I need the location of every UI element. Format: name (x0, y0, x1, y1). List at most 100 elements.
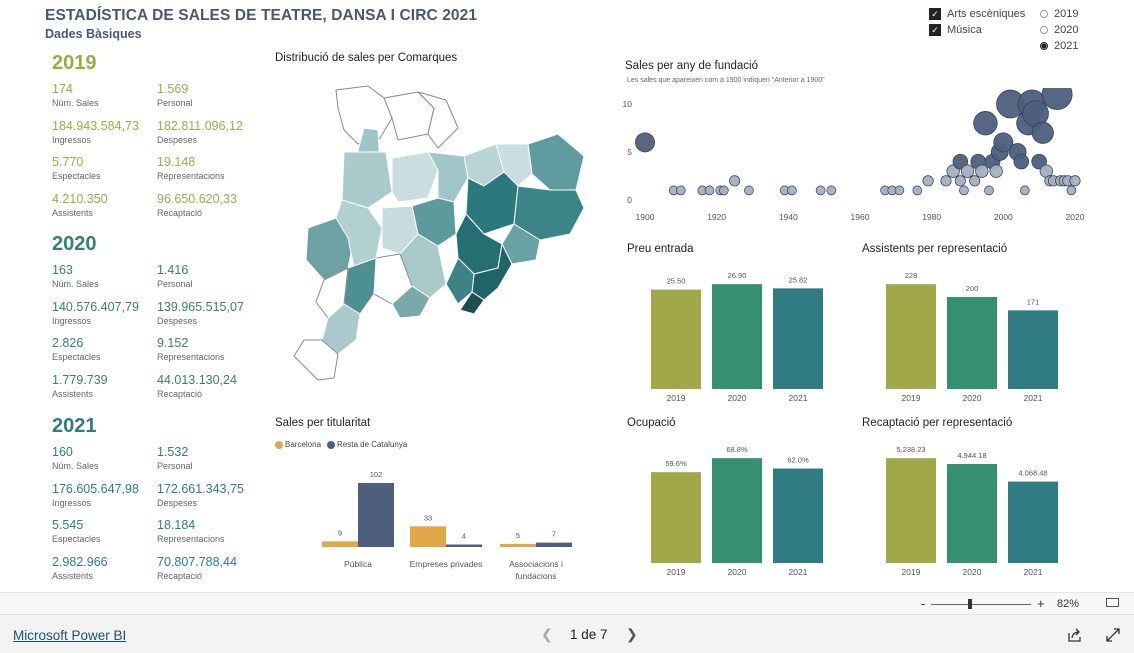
kpi-label: Representacions (157, 352, 225, 362)
legend-dot-icon (275, 440, 283, 449)
scatter-point[interactable] (975, 164, 989, 178)
scatter-point[interactable] (1013, 153, 1030, 170)
bar[interactable] (773, 468, 823, 563)
bar[interactable] (886, 458, 936, 563)
kpi-value: 1.569 (157, 82, 189, 96)
scatter-point[interactable] (787, 185, 797, 196)
zoom-slider-handle[interactable] (968, 599, 972, 609)
scatter-point[interactable] (959, 185, 969, 196)
scatter-point[interactable] (922, 175, 934, 187)
scatter-point[interactable] (912, 185, 923, 196)
scatter-point[interactable] (989, 164, 1003, 178)
scatter-point[interactable] (1031, 121, 1054, 144)
zoom-level: 82% (1057, 598, 1080, 610)
comarques-map[interactable] (288, 78, 598, 388)
kpi-label: Representacions (157, 534, 225, 544)
scatter-point[interactable] (815, 185, 826, 196)
checkbox-icon[interactable]: ✓ (929, 8, 941, 20)
bar[interactable] (773, 288, 823, 389)
scatter-title: Sales per any de fundació (625, 60, 758, 72)
titularitat-chart[interactable]: 9 102 Pública 33 4 Empreses privades 5 7 Associa… (300, 455, 600, 590)
x-category-label: 2019 (667, 567, 686, 577)
scatter-point[interactable] (984, 185, 994, 196)
radio-icon[interactable] (1040, 26, 1048, 34)
bar-value-label: 26.90 (728, 271, 747, 280)
year-option-2020[interactable]: 2020 (1040, 22, 1078, 38)
kpi-label: Núm. Sales (52, 279, 99, 289)
scatter-point[interactable] (954, 175, 966, 187)
footer-bar (0, 614, 1134, 653)
scatter-point[interactable] (894, 185, 905, 196)
year-option-2019[interactable]: 2019 (1040, 6, 1078, 22)
share-icon[interactable] (1067, 628, 1083, 642)
zoom-slider[interactable] (931, 604, 1031, 605)
x-tick-label: 1900 (636, 212, 655, 222)
prev-page-icon[interactable]: ❮ (541, 626, 553, 643)
bar[interactable] (886, 284, 936, 389)
bar[interactable] (536, 542, 572, 547)
recaptacio-chart[interactable]: 5.238.23 2019 4.944.18 2020 4.068.48 2021 (880, 432, 1070, 582)
power-bi-link[interactable]: Microsoft Power BI (13, 628, 126, 643)
bar[interactable] (446, 544, 482, 547)
checkbox-icon[interactable]: ✓ (929, 24, 941, 36)
zoom-in-button[interactable]: + (1037, 596, 1045, 611)
bar[interactable] (1008, 481, 1058, 563)
x-category-label: 2021 (789, 393, 808, 403)
bar[interactable] (651, 289, 701, 389)
scatter-point[interactable] (969, 175, 981, 187)
x-category-label: Pública (344, 559, 372, 569)
kpi-value: 182.811.096,12 (157, 118, 243, 133)
radio-selected-icon[interactable] (1040, 42, 1048, 50)
scatter-point[interactable] (940, 175, 952, 187)
scatter-point[interactable] (704, 185, 715, 196)
scatter-point[interactable] (729, 175, 741, 187)
kpi-value: 2.826 (52, 336, 84, 350)
filter-arts-escèniques[interactable]: ✓ Arts escèniques (929, 6, 1025, 22)
bar[interactable] (651, 472, 701, 563)
x-category-label: 2021 (1024, 393, 1043, 403)
scatter-chart[interactable]: 0 5 10 1900 1920 1940 1960 1980 2000 2020 (620, 88, 1090, 228)
bar[interactable] (947, 297, 997, 389)
scatter-point[interactable] (744, 185, 754, 196)
scatter-point[interactable] (675, 185, 686, 196)
bar[interactable] (410, 526, 446, 547)
assistents-chart[interactable]: 228 2019 200 2020 171 2021 (880, 258, 1070, 408)
x-category-label: 2019 (667, 393, 686, 403)
kpi-value: 163 (52, 263, 73, 277)
fullscreen-icon[interactable] (1106, 628, 1120, 642)
kpi-value: 2.982.966 (52, 554, 108, 569)
x-category-label: Associacions i (509, 559, 563, 569)
radio-icon[interactable] (1040, 10, 1048, 18)
fit-to-page-icon[interactable] (1106, 598, 1119, 607)
year-option-2021[interactable]: 2021 (1040, 38, 1078, 54)
bar[interactable] (947, 464, 997, 563)
kpi-value: 4.210.350 (52, 191, 108, 206)
kpi-value: 96.650.620,33 (157, 191, 237, 206)
scatter-point[interactable] (973, 111, 998, 136)
scatter-point[interactable] (1066, 185, 1077, 196)
bar[interactable] (322, 541, 358, 547)
scatter-point[interactable] (826, 185, 837, 196)
map-region (391, 151, 439, 203)
bar[interactable] (500, 543, 536, 547)
x-tick-label: 1960 (851, 212, 870, 222)
ocupacio-chart[interactable]: 59.6% 2019 68.8% 2020 62.0% 2021 (645, 432, 835, 582)
kpi-year-heading: 2020 (52, 233, 97, 255)
bar[interactable] (358, 483, 394, 547)
zoom-out-button[interactable]: - (921, 596, 925, 611)
scatter-point[interactable] (635, 132, 655, 153)
x-tick-label: 1940 (779, 212, 798, 222)
filter-musica[interactable]: ✓ Música (929, 22, 1025, 38)
legend-dot-icon (327, 440, 336, 449)
preu-entrada-chart[interactable]: 25.50 2019 26.90 2020 25.82 2021 (645, 258, 835, 408)
next-page-icon[interactable]: ❯ (626, 626, 638, 643)
bar[interactable] (712, 284, 762, 389)
bar[interactable] (712, 458, 762, 563)
bar[interactable] (1008, 310, 1058, 389)
scatter-point[interactable] (718, 185, 729, 196)
scatter-point[interactable] (960, 164, 975, 178)
bar-value-label: 68.8% (726, 445, 748, 454)
scatter-point[interactable] (1069, 175, 1081, 187)
kpi-label: Espectacles (52, 534, 101, 544)
scatter-point[interactable] (1019, 185, 1030, 196)
